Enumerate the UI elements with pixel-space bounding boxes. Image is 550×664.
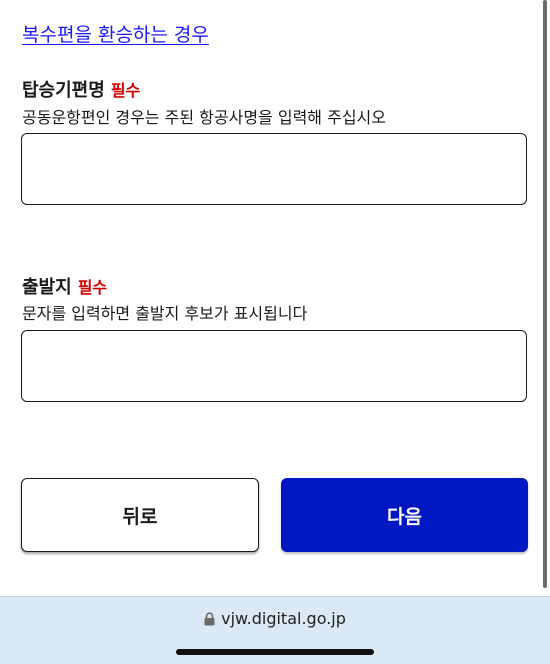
required-badge: 필수 — [77, 278, 108, 297]
back-button[interactable]: 뒤로 — [21, 478, 259, 552]
flight-name-input[interactable] — [21, 133, 527, 205]
flight-name-label: 탑승기편명 필수 — [22, 76, 140, 102]
flight-name-label-text: 탑승기편명 — [22, 80, 105, 101]
flight-name-hint: 공동운항편인 경우는 주된 항공사명을 입력해 주십시오 — [22, 108, 386, 127]
departure-hint: 문자를 입력하면 출발지 후보가 표시됩니다 — [22, 304, 308, 323]
departure-input[interactable] — [21, 330, 527, 402]
scrollbar[interactable] — [543, 0, 547, 588]
next-button[interactable]: 다음 — [281, 478, 528, 552]
multiple-flights-link[interactable]: 복수편을 환승하는 경우 — [22, 20, 209, 47]
url-display[interactable]: vjw.digital.go.jp — [0, 609, 550, 628]
home-indicator[interactable] — [176, 649, 374, 655]
form-page: 복수편을 환승하는 경우 탑승기편명 필수 공동운항편인 경우는 주된 항공사명을… — [0, 0, 550, 596]
url-text: vjw.digital.go.jp — [221, 609, 346, 628]
lock-icon — [204, 611, 215, 625]
departure-label-text: 출발지 — [22, 277, 72, 298]
required-badge: 필수 — [110, 81, 141, 100]
departure-label: 출발지 필수 — [22, 273, 107, 299]
